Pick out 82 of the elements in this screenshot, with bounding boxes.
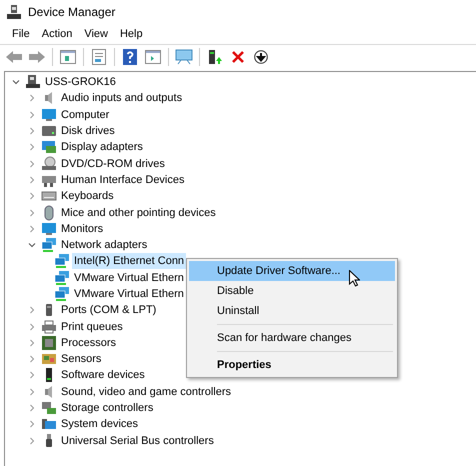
chevron-right-icon[interactable] (28, 355, 36, 364)
tree-item[interactable]: Sound, video and game controllers (59, 384, 233, 400)
monitor-icon (41, 220, 57, 237)
tree-item[interactable]: Disk drives (59, 123, 117, 140)
window-title: Device Manager (28, 5, 116, 19)
chevron-right-icon[interactable] (28, 110, 36, 119)
chevron-right-icon[interactable] (28, 306, 36, 314)
help-icon (123, 49, 137, 65)
network-icon (54, 286, 70, 302)
network-icon (54, 270, 70, 286)
download-button[interactable] (251, 47, 271, 67)
network-icon (41, 237, 57, 254)
tree-item[interactable]: VMware Virtual Ethern (72, 286, 186, 302)
menu-item[interactable]: Action (36, 26, 78, 42)
chevron-right-icon[interactable] (28, 436, 36, 445)
chevron-right-icon[interactable] (28, 208, 36, 217)
chevron-right-icon[interactable] (28, 388, 36, 396)
chevron-right-icon[interactable] (28, 176, 36, 184)
chevron-down-icon[interactable] (28, 241, 36, 250)
chevron-right-icon[interactable] (28, 420, 36, 428)
chevron-right-icon[interactable] (28, 160, 36, 168)
tree-item[interactable]: Audio inputs and outputs (59, 90, 184, 106)
network-icon (54, 253, 70, 270)
tree-item[interactable]: Display adapters (59, 139, 145, 156)
storage-icon (41, 400, 57, 416)
x-icon (232, 51, 244, 63)
chevron-right-icon[interactable] (28, 143, 36, 152)
action-pane-button[interactable] (143, 47, 163, 67)
tree-item[interactable]: Monitors (59, 220, 106, 237)
menu-item[interactable]: Properties (189, 348, 395, 375)
computer-icon (25, 74, 41, 90)
window-icon (60, 50, 76, 64)
chevron-right-icon[interactable] (28, 371, 36, 380)
tree-item[interactable]: Storage controllers (59, 400, 156, 416)
down-arrow-circle-icon (254, 50, 268, 64)
chevron-right-icon[interactable] (28, 192, 36, 200)
menu-item[interactable]: Disable (189, 281, 395, 301)
scan-button[interactable] (174, 47, 194, 67)
cursor-icon (349, 270, 360, 287)
tree-item[interactable]: Processors (59, 334, 118, 351)
chevron-right-icon[interactable] (28, 322, 36, 331)
tree-item[interactable]: Sensors (59, 351, 104, 368)
document-icon (92, 49, 106, 65)
menu-item[interactable]: View (78, 26, 114, 42)
chip-icon (41, 334, 57, 351)
device-up-arrow-icon (207, 49, 223, 65)
tree-item[interactable]: Universal Serial Bus controllers (59, 432, 216, 449)
chevron-right-icon[interactable] (28, 94, 36, 102)
printer-icon (41, 318, 57, 335)
chevron-right-icon[interactable] (28, 404, 36, 412)
tree-item[interactable]: USS-GROK16 (43, 74, 118, 90)
monitor-icon (41, 106, 57, 123)
help-button[interactable] (120, 47, 140, 67)
tree-item[interactable]: Intel(R) Ethernet Conn (72, 253, 186, 270)
menu-item[interactable]: File (6, 26, 36, 42)
tree-item[interactable]: Human Interface Devices (59, 172, 186, 188)
monitor-icon (175, 49, 193, 65)
tree-item[interactable]: Mice and other pointing devices (59, 204, 218, 221)
tree-item[interactable]: VMware Virtual Ethern (72, 270, 186, 286)
tree-item[interactable]: Software devices (59, 367, 147, 384)
tree-view-button[interactable] (58, 47, 78, 67)
tree-item[interactable]: Keyboards (59, 188, 116, 204)
menu-item[interactable]: Scan for hardware changes (189, 321, 395, 348)
menu-item[interactable]: Uninstall (189, 301, 395, 321)
window-icon (145, 50, 161, 64)
chevron-right-icon[interactable] (28, 224, 36, 233)
tree-item[interactable]: Computer (59, 106, 112, 123)
chevron-right-icon[interactable] (28, 338, 36, 347)
tree-item[interactable]: Network adapters (59, 237, 150, 254)
tree-item[interactable]: DVD/CD-ROM drives (59, 156, 167, 172)
tree-item[interactable]: Print queues (59, 318, 125, 335)
chevron-down-icon[interactable] (12, 78, 20, 86)
chevron-right-icon[interactable] (28, 127, 36, 136)
tree-item[interactable]: System devices (59, 416, 140, 432)
display-card-icon (41, 139, 57, 156)
left-arrow-icon (6, 51, 22, 63)
disc-drive-icon (41, 156, 57, 172)
app-icon (7, 5, 21, 19)
tree-item[interactable]: Ports (COM & LPT) (59, 302, 158, 318)
properties-button[interactable] (89, 47, 109, 67)
right-arrow-icon (29, 51, 45, 63)
menu-item[interactable]: Help (114, 26, 149, 42)
